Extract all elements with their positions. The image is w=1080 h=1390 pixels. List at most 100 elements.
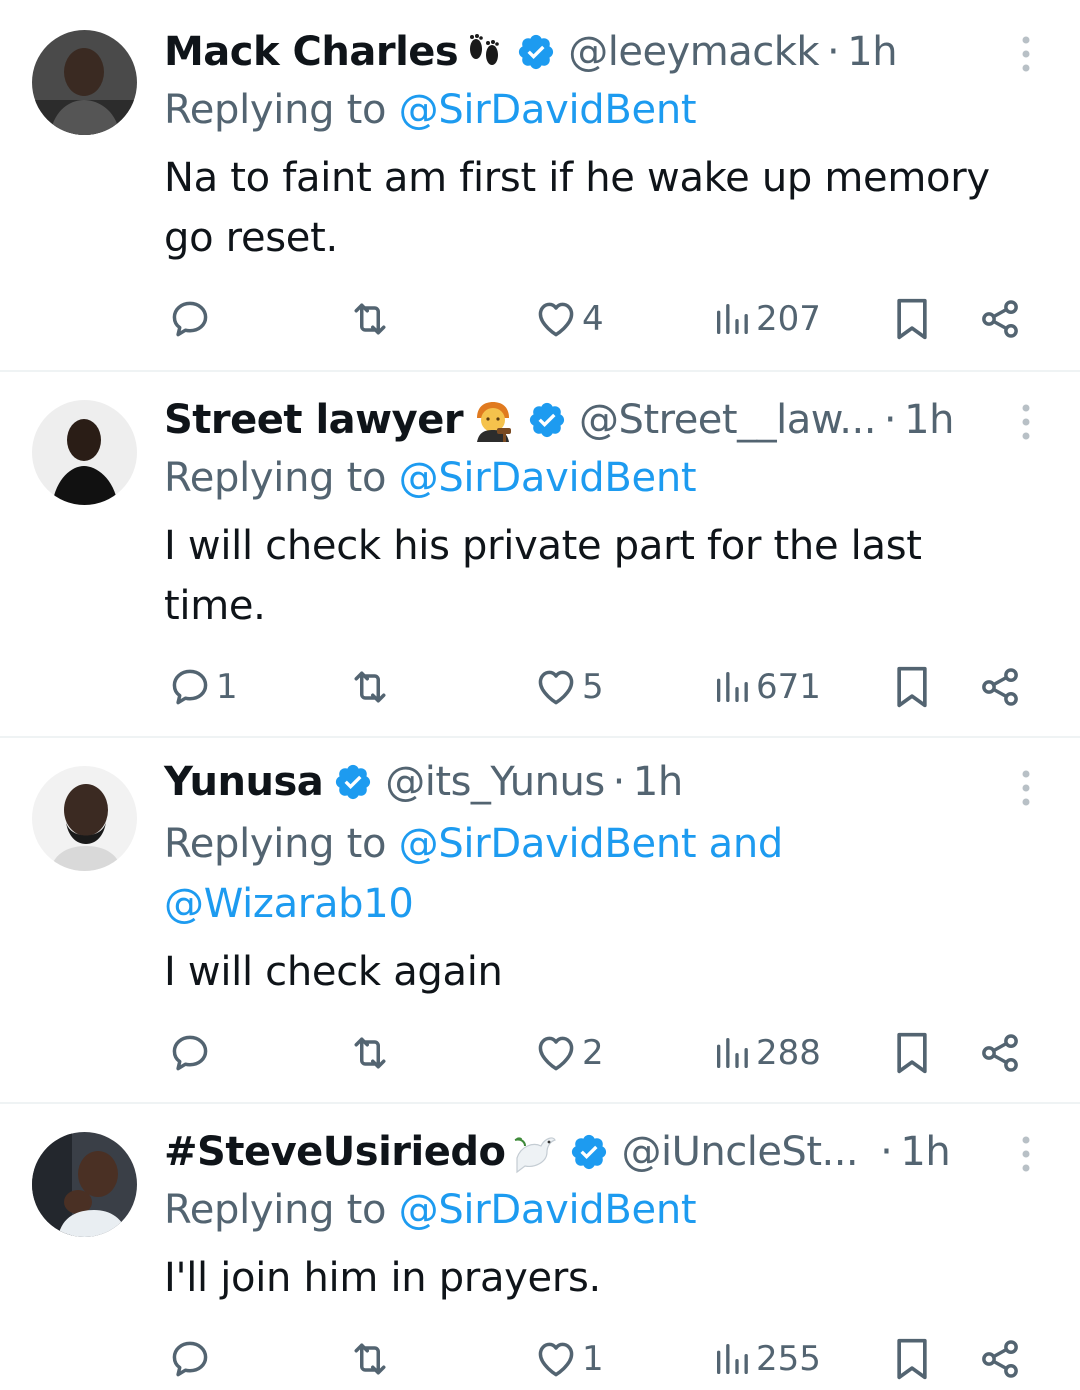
views-button[interactable]: 207 [712,294,821,344]
view-count: 288 [756,1033,821,1073]
share-icon [982,300,1018,338]
bookmark-icon [897,298,927,340]
share-button[interactable] [978,294,1022,344]
avatar[interactable] [32,766,137,871]
avatar[interactable] [32,1132,137,1237]
timestamp[interactable]: 1h [847,29,897,75]
avatar[interactable] [32,30,137,135]
retweet-icon [354,303,386,335]
retweet-button[interactable] [348,1334,396,1384]
views-icon [717,672,748,702]
heart-icon [538,670,574,705]
time-separator: · [612,759,626,805]
mention-link[interactable]: @SirDavidBent [399,455,697,501]
reply-icon [172,301,208,337]
like-count: 1 [582,1339,604,1379]
tweet-header: Mack Charles @leeymackk · 1h [164,24,1020,80]
replying-to-label: Replying to [164,87,399,133]
share-button[interactable] [978,1334,1022,1384]
reply-button[interactable]: 1 [168,662,238,712]
retweet-icon [354,671,386,703]
mention-link[interactable]: @Wizarab10 [164,881,414,927]
view-count: 207 [756,299,821,339]
timestamp[interactable]: 1h [633,759,683,805]
retweet-button[interactable] [348,662,396,712]
replying-to-continued: @Wizarab10 [164,874,1020,934]
timestamp[interactable]: 1h [900,1129,950,1175]
tweet-header: #SteveUsiriedo @iUncleSt... · 1h [164,1124,1020,1180]
heart-icon [538,302,574,337]
tweet[interactable]: #SteveUsiriedo @iUncleSt... · 1h Replyin… [0,1102,1080,1390]
more-options-icon[interactable] [1012,402,1040,442]
bookmark-icon [897,1032,927,1074]
replying-to: Replying to @SirDavidBent [164,80,1020,140]
replying-to-label: Replying to [164,821,399,867]
retweet-icon [354,1037,386,1069]
like-button[interactable]: 2 [534,1028,604,1078]
display-name[interactable]: #SteveUsiriedo [164,1129,506,1175]
bookmark-button[interactable] [890,1028,934,1078]
user-handle[interactable]: @iUncleSt... [621,1129,858,1175]
time-separator: · [827,29,840,75]
tweet[interactable]: Street lawyer @Street__law... · 1h Reply… [0,370,1080,736]
heart-icon [538,1036,574,1071]
judge-icon [469,396,517,444]
tweet-text: I'll join him in prayers. [164,1255,601,1301]
reply-button[interactable] [168,1334,216,1384]
like-count: 4 [582,299,604,339]
replying-to-label: Replying to [164,455,399,501]
retweet-button[interactable] [348,294,396,344]
like-button[interactable]: 5 [534,662,604,712]
replying-to-label: Replying to [164,1187,399,1233]
tweet-header: Street lawyer @Street__law... · 1h [164,392,1020,448]
bookmark-button[interactable] [890,662,934,712]
tweet[interactable]: Mack Charles @leeymackk · 1h Replying to… [0,0,1080,370]
reply-icon [172,1341,208,1377]
views-button[interactable]: 288 [712,1028,821,1078]
tweet-text: Na to faint am first if he wake up memor… [164,155,990,261]
tweet-text: I will check his private part for the la… [164,523,922,629]
action-bar: 1 5 671 [164,662,1044,712]
like-count: 5 [582,667,604,707]
bookmark-button[interactable] [890,294,934,344]
action-bar: 1 255 [164,1334,1044,1384]
view-count: 671 [756,667,821,707]
replying-to: Replying to @SirDavidBent and [164,814,1020,874]
mention-link[interactable]: @SirDavidBent [399,1187,697,1233]
tweet-text: I will check again [164,949,503,995]
views-icon [717,1344,748,1374]
more-options-icon[interactable] [1012,34,1040,74]
timestamp[interactable]: 1h [904,397,954,443]
more-options-icon[interactable] [1012,768,1040,808]
tweet[interactable]: Yunusa @its_Yunus · 1h Replying to @SirD… [0,736,1080,1102]
bookmark-button[interactable] [890,1334,934,1384]
share-icon [982,668,1018,706]
share-button[interactable] [978,1028,1022,1078]
display-name[interactable]: Yunusa [164,759,324,805]
display-name[interactable]: Mack Charles [164,29,459,75]
share-button[interactable] [978,662,1022,712]
like-button[interactable]: 4 [534,294,604,344]
reply-feed: Mack Charles @leeymackk · 1h Replying to… [0,0,1080,1390]
verified-badge-icon [527,400,567,440]
user-handle[interactable]: @leeymackk [568,29,819,75]
views-icon [717,304,748,334]
tweet-header: Yunusa @its_Yunus · 1h [164,754,1020,810]
replying-to: Replying to @SirDavidBent [164,448,1020,508]
reply-button[interactable] [168,1028,216,1078]
mention-link[interactable]: @SirDavidBent and [399,821,784,867]
retweet-button[interactable] [348,1028,396,1078]
mention-link[interactable]: @SirDavidBent [399,87,697,133]
display-name[interactable]: Street lawyer [164,397,464,443]
like-button[interactable]: 1 [534,1334,604,1384]
reply-count: 1 [216,667,238,707]
like-count: 2 [582,1033,604,1073]
views-button[interactable]: 671 [712,662,821,712]
more-options-icon[interactable] [1012,1134,1040,1174]
user-handle[interactable]: @its_Yunus [385,759,605,805]
avatar[interactable] [32,400,137,505]
reply-button[interactable] [168,294,216,344]
views-button[interactable]: 255 [712,1334,821,1384]
retweet-icon [354,1343,386,1375]
user-handle[interactable]: @Street__law... [579,397,876,443]
